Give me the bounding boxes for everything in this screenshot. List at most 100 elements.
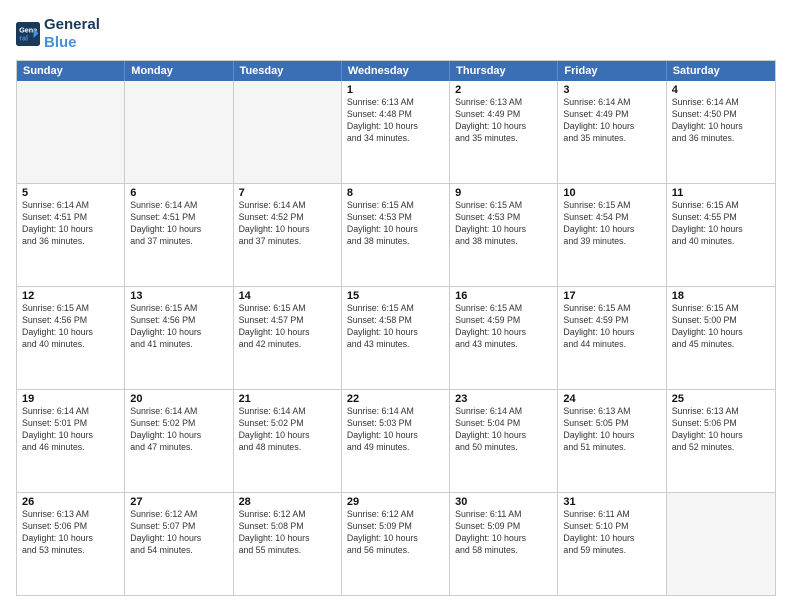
day-cell-28: 28Sunrise: 6:12 AM Sunset: 5:08 PM Dayli… xyxy=(234,493,342,595)
day-number: 10 xyxy=(563,187,660,199)
day-info: Sunrise: 6:13 AM Sunset: 5:06 PM Dayligh… xyxy=(22,509,119,557)
day-number: 23 xyxy=(455,393,552,405)
day-number: 11 xyxy=(672,187,770,199)
day-number: 6 xyxy=(130,187,227,199)
day-cell-9: 9Sunrise: 6:15 AM Sunset: 4:53 PM Daylig… xyxy=(450,184,558,286)
day-number: 20 xyxy=(130,393,227,405)
logo-text: General Blue xyxy=(44,16,100,52)
day-info: Sunrise: 6:14 AM Sunset: 5:03 PM Dayligh… xyxy=(347,406,444,454)
day-cell-20: 20Sunrise: 6:14 AM Sunset: 5:02 PM Dayli… xyxy=(125,390,233,492)
day-cell-13: 13Sunrise: 6:15 AM Sunset: 4:56 PM Dayli… xyxy=(125,287,233,389)
day-cell-2: 2Sunrise: 6:13 AM Sunset: 4:49 PM Daylig… xyxy=(450,81,558,183)
day-info: Sunrise: 6:15 AM Sunset: 4:59 PM Dayligh… xyxy=(563,303,660,351)
day-cell-24: 24Sunrise: 6:13 AM Sunset: 5:05 PM Dayli… xyxy=(558,390,666,492)
day-number: 25 xyxy=(672,393,770,405)
day-cell-25: 25Sunrise: 6:13 AM Sunset: 5:06 PM Dayli… xyxy=(667,390,775,492)
day-cell-7: 7Sunrise: 6:14 AM Sunset: 4:52 PM Daylig… xyxy=(234,184,342,286)
day-info: Sunrise: 6:14 AM Sunset: 4:50 PM Dayligh… xyxy=(672,97,770,145)
calendar-row-4: 26Sunrise: 6:13 AM Sunset: 5:06 PM Dayli… xyxy=(17,493,775,595)
day-info: Sunrise: 6:12 AM Sunset: 5:09 PM Dayligh… xyxy=(347,509,444,557)
day-info: Sunrise: 6:12 AM Sunset: 5:07 PM Dayligh… xyxy=(130,509,227,557)
day-cell-1: 1Sunrise: 6:13 AM Sunset: 4:48 PM Daylig… xyxy=(342,81,450,183)
day-info: Sunrise: 6:14 AM Sunset: 5:02 PM Dayligh… xyxy=(239,406,336,454)
day-info: Sunrise: 6:15 AM Sunset: 4:53 PM Dayligh… xyxy=(455,200,552,248)
day-header-tuesday: Tuesday xyxy=(234,61,342,81)
day-number: 24 xyxy=(563,393,660,405)
day-cell-6: 6Sunrise: 6:14 AM Sunset: 4:51 PM Daylig… xyxy=(125,184,233,286)
empty-cell-0-2 xyxy=(234,81,342,183)
day-number: 1 xyxy=(347,84,444,96)
day-number: 18 xyxy=(672,290,770,302)
day-cell-8: 8Sunrise: 6:15 AM Sunset: 4:53 PM Daylig… xyxy=(342,184,450,286)
day-info: Sunrise: 6:14 AM Sunset: 5:02 PM Dayligh… xyxy=(130,406,227,454)
svg-text:ral: ral xyxy=(19,33,28,42)
day-cell-27: 27Sunrise: 6:12 AM Sunset: 5:07 PM Dayli… xyxy=(125,493,233,595)
day-number: 8 xyxy=(347,187,444,199)
day-header-wednesday: Wednesday xyxy=(342,61,450,81)
day-info: Sunrise: 6:14 AM Sunset: 4:51 PM Dayligh… xyxy=(22,200,119,248)
day-cell-30: 30Sunrise: 6:11 AM Sunset: 5:09 PM Dayli… xyxy=(450,493,558,595)
day-number: 4 xyxy=(672,84,770,96)
day-info: Sunrise: 6:13 AM Sunset: 4:49 PM Dayligh… xyxy=(455,97,552,145)
day-cell-12: 12Sunrise: 6:15 AM Sunset: 4:56 PM Dayli… xyxy=(17,287,125,389)
day-info: Sunrise: 6:14 AM Sunset: 4:52 PM Dayligh… xyxy=(239,200,336,248)
day-info: Sunrise: 6:11 AM Sunset: 5:10 PM Dayligh… xyxy=(563,509,660,557)
day-info: Sunrise: 6:13 AM Sunset: 4:48 PM Dayligh… xyxy=(347,97,444,145)
day-cell-15: 15Sunrise: 6:15 AM Sunset: 4:58 PM Dayli… xyxy=(342,287,450,389)
header: Gene ral General Blue xyxy=(16,16,776,52)
day-number: 30 xyxy=(455,496,552,508)
day-number: 3 xyxy=(563,84,660,96)
day-info: Sunrise: 6:15 AM Sunset: 4:57 PM Dayligh… xyxy=(239,303,336,351)
day-header-monday: Monday xyxy=(125,61,233,81)
day-number: 14 xyxy=(239,290,336,302)
day-cell-11: 11Sunrise: 6:15 AM Sunset: 4:55 PM Dayli… xyxy=(667,184,775,286)
day-info: Sunrise: 6:15 AM Sunset: 4:59 PM Dayligh… xyxy=(455,303,552,351)
day-number: 21 xyxy=(239,393,336,405)
day-cell-26: 26Sunrise: 6:13 AM Sunset: 5:06 PM Dayli… xyxy=(17,493,125,595)
calendar-row-3: 19Sunrise: 6:14 AM Sunset: 5:01 PM Dayli… xyxy=(17,390,775,493)
day-number: 16 xyxy=(455,290,552,302)
day-info: Sunrise: 6:13 AM Sunset: 5:05 PM Dayligh… xyxy=(563,406,660,454)
calendar-header-row: SundayMondayTuesdayWednesdayThursdayFrid… xyxy=(17,61,775,81)
day-number: 7 xyxy=(239,187,336,199)
day-number: 19 xyxy=(22,393,119,405)
day-info: Sunrise: 6:15 AM Sunset: 4:55 PM Dayligh… xyxy=(672,200,770,248)
day-cell-19: 19Sunrise: 6:14 AM Sunset: 5:01 PM Dayli… xyxy=(17,390,125,492)
day-info: Sunrise: 6:15 AM Sunset: 5:00 PM Dayligh… xyxy=(672,303,770,351)
calendar-row-2: 12Sunrise: 6:15 AM Sunset: 4:56 PM Dayli… xyxy=(17,287,775,390)
day-number: 26 xyxy=(22,496,119,508)
day-cell-10: 10Sunrise: 6:15 AM Sunset: 4:54 PM Dayli… xyxy=(558,184,666,286)
empty-cell-4-6 xyxy=(667,493,775,595)
day-number: 5 xyxy=(22,187,119,199)
day-cell-16: 16Sunrise: 6:15 AM Sunset: 4:59 PM Dayli… xyxy=(450,287,558,389)
day-cell-3: 3Sunrise: 6:14 AM Sunset: 4:49 PM Daylig… xyxy=(558,81,666,183)
day-number: 22 xyxy=(347,393,444,405)
day-info: Sunrise: 6:13 AM Sunset: 5:06 PM Dayligh… xyxy=(672,406,770,454)
day-info: Sunrise: 6:15 AM Sunset: 4:58 PM Dayligh… xyxy=(347,303,444,351)
calendar-row-0: 1Sunrise: 6:13 AM Sunset: 4:48 PM Daylig… xyxy=(17,81,775,184)
empty-cell-0-0 xyxy=(17,81,125,183)
day-number: 12 xyxy=(22,290,119,302)
day-info: Sunrise: 6:14 AM Sunset: 5:04 PM Dayligh… xyxy=(455,406,552,454)
day-header-friday: Friday xyxy=(558,61,666,81)
day-number: 2 xyxy=(455,84,552,96)
logo: Gene ral General Blue xyxy=(16,16,100,52)
day-number: 29 xyxy=(347,496,444,508)
day-number: 31 xyxy=(563,496,660,508)
day-info: Sunrise: 6:14 AM Sunset: 5:01 PM Dayligh… xyxy=(22,406,119,454)
day-cell-18: 18Sunrise: 6:15 AM Sunset: 5:00 PM Dayli… xyxy=(667,287,775,389)
day-info: Sunrise: 6:11 AM Sunset: 5:09 PM Dayligh… xyxy=(455,509,552,557)
calendar: SundayMondayTuesdayWednesdayThursdayFrid… xyxy=(16,60,776,596)
day-cell-23: 23Sunrise: 6:14 AM Sunset: 5:04 PM Dayli… xyxy=(450,390,558,492)
day-cell-22: 22Sunrise: 6:14 AM Sunset: 5:03 PM Dayli… xyxy=(342,390,450,492)
day-header-sunday: Sunday xyxy=(17,61,125,81)
calendar-body: 1Sunrise: 6:13 AM Sunset: 4:48 PM Daylig… xyxy=(17,81,775,595)
day-header-saturday: Saturday xyxy=(667,61,775,81)
calendar-row-1: 5Sunrise: 6:14 AM Sunset: 4:51 PM Daylig… xyxy=(17,184,775,287)
day-info: Sunrise: 6:15 AM Sunset: 4:53 PM Dayligh… xyxy=(347,200,444,248)
day-cell-21: 21Sunrise: 6:14 AM Sunset: 5:02 PM Dayli… xyxy=(234,390,342,492)
day-info: Sunrise: 6:12 AM Sunset: 5:08 PM Dayligh… xyxy=(239,509,336,557)
day-number: 27 xyxy=(130,496,227,508)
empty-cell-0-1 xyxy=(125,81,233,183)
day-number: 28 xyxy=(239,496,336,508)
